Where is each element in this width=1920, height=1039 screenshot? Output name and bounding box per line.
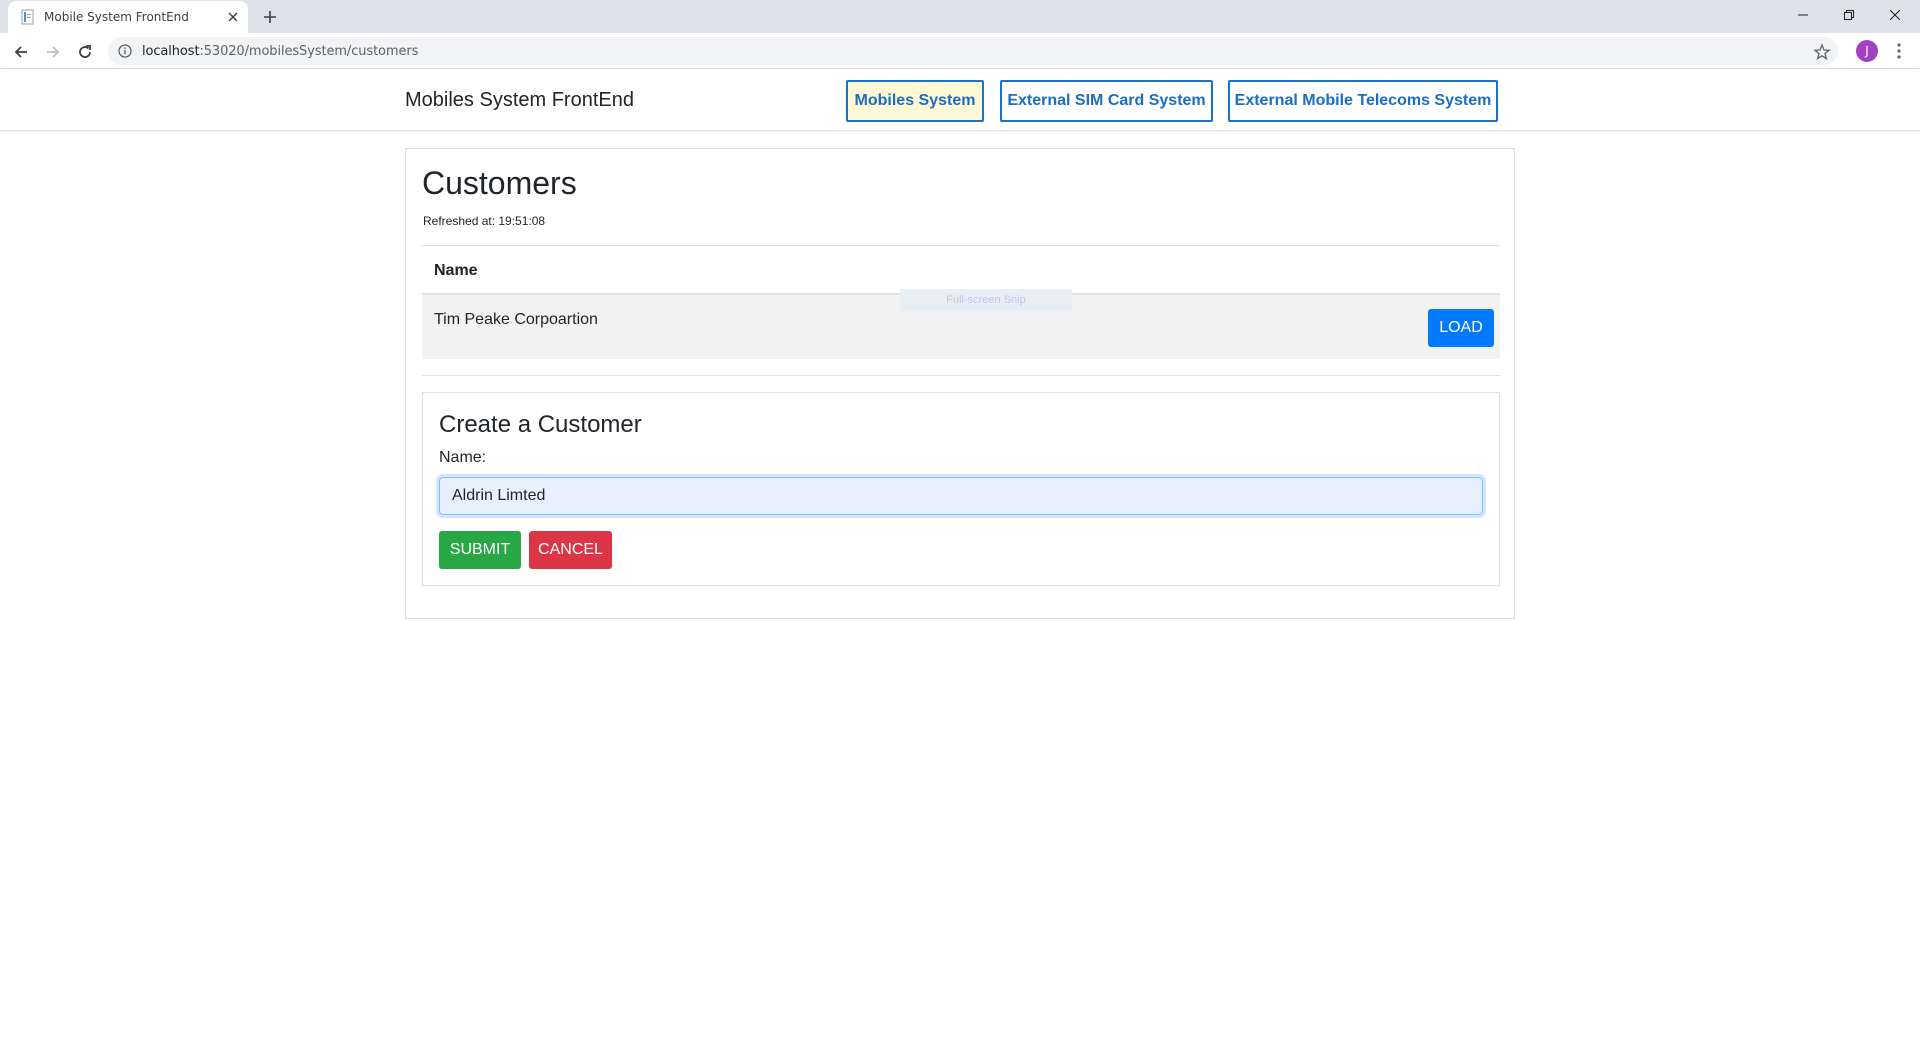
bookmark-star-icon[interactable]	[1813, 43, 1831, 61]
close-window-icon[interactable]	[1872, 0, 1918, 30]
browser-titlebar: Mobile System FrontEnd	[0, 0, 1920, 33]
app-navbar: Mobiles System FrontEnd Mobiles System E…	[0, 69, 1920, 131]
create-customer-title: Create a Customer	[439, 411, 642, 438]
name-label: Name:	[439, 449, 487, 466]
tab-title: Mobile System FrontEnd	[44, 10, 189, 24]
submit-button[interactable]: SUBMIT	[439, 531, 521, 569]
nav-external-sim-card-system[interactable]: External SIM Card System	[1000, 80, 1213, 122]
page-title: Customers	[422, 165, 577, 201]
close-tab-icon[interactable]	[224, 8, 242, 26]
load-button[interactable]: LOAD	[1428, 309, 1494, 347]
restore-icon[interactable]	[1826, 0, 1872, 30]
new-tab-icon[interactable]	[258, 5, 282, 29]
browser-toolbar: localhost:53020/mobilesSystem/customers	[0, 33, 1920, 69]
table-header: Name	[422, 246, 1500, 295]
address-bar[interactable]: localhost:53020/mobilesSystem/customers	[108, 37, 1838, 65]
brand-title[interactable]: Mobiles System FrontEnd	[405, 89, 634, 112]
customer-name-input[interactable]	[439, 477, 1483, 515]
url-text: localhost:53020/mobilesSystem/customers	[142, 44, 419, 59]
back-icon[interactable]	[8, 39, 34, 65]
cancel-button[interactable]: CANCEL	[529, 531, 612, 569]
customer-name-cell: Tim Peake Corpoartion	[434, 311, 598, 328]
site-info-icon[interactable]	[118, 44, 132, 58]
refreshed-timestamp: Refreshed at: 19:51:08	[423, 214, 546, 228]
browser-tab[interactable]: Mobile System FrontEnd	[8, 1, 248, 33]
column-header-name: Name	[434, 262, 478, 279]
profile-avatar[interactable]: J	[1856, 40, 1878, 62]
divider	[422, 375, 1500, 376]
nav-mobiles-system[interactable]: Mobiles System	[846, 80, 984, 122]
reload-icon[interactable]	[72, 39, 98, 65]
browser-menu-icon[interactable]	[1890, 42, 1908, 60]
customers-table: Name Tim Peake Corpoartion Full-screen S…	[422, 246, 1500, 359]
create-customer-form: Create a Customer Name: SUBMIT CANCEL	[422, 392, 1500, 586]
table-row: Tim Peake Corpoartion Full-screen Snip L…	[422, 289, 1500, 359]
snip-overlay: Full-screen Snip	[900, 289, 1072, 311]
customers-card: Customers Refreshed at: 19:51:08 Name Ti…	[405, 148, 1515, 619]
page-favicon-icon	[20, 9, 36, 25]
nav-external-mobile-telecoms-system[interactable]: External Mobile Telecoms System	[1228, 80, 1498, 122]
minimize-icon[interactable]	[1780, 0, 1826, 30]
forward-icon[interactable]	[40, 39, 66, 65]
